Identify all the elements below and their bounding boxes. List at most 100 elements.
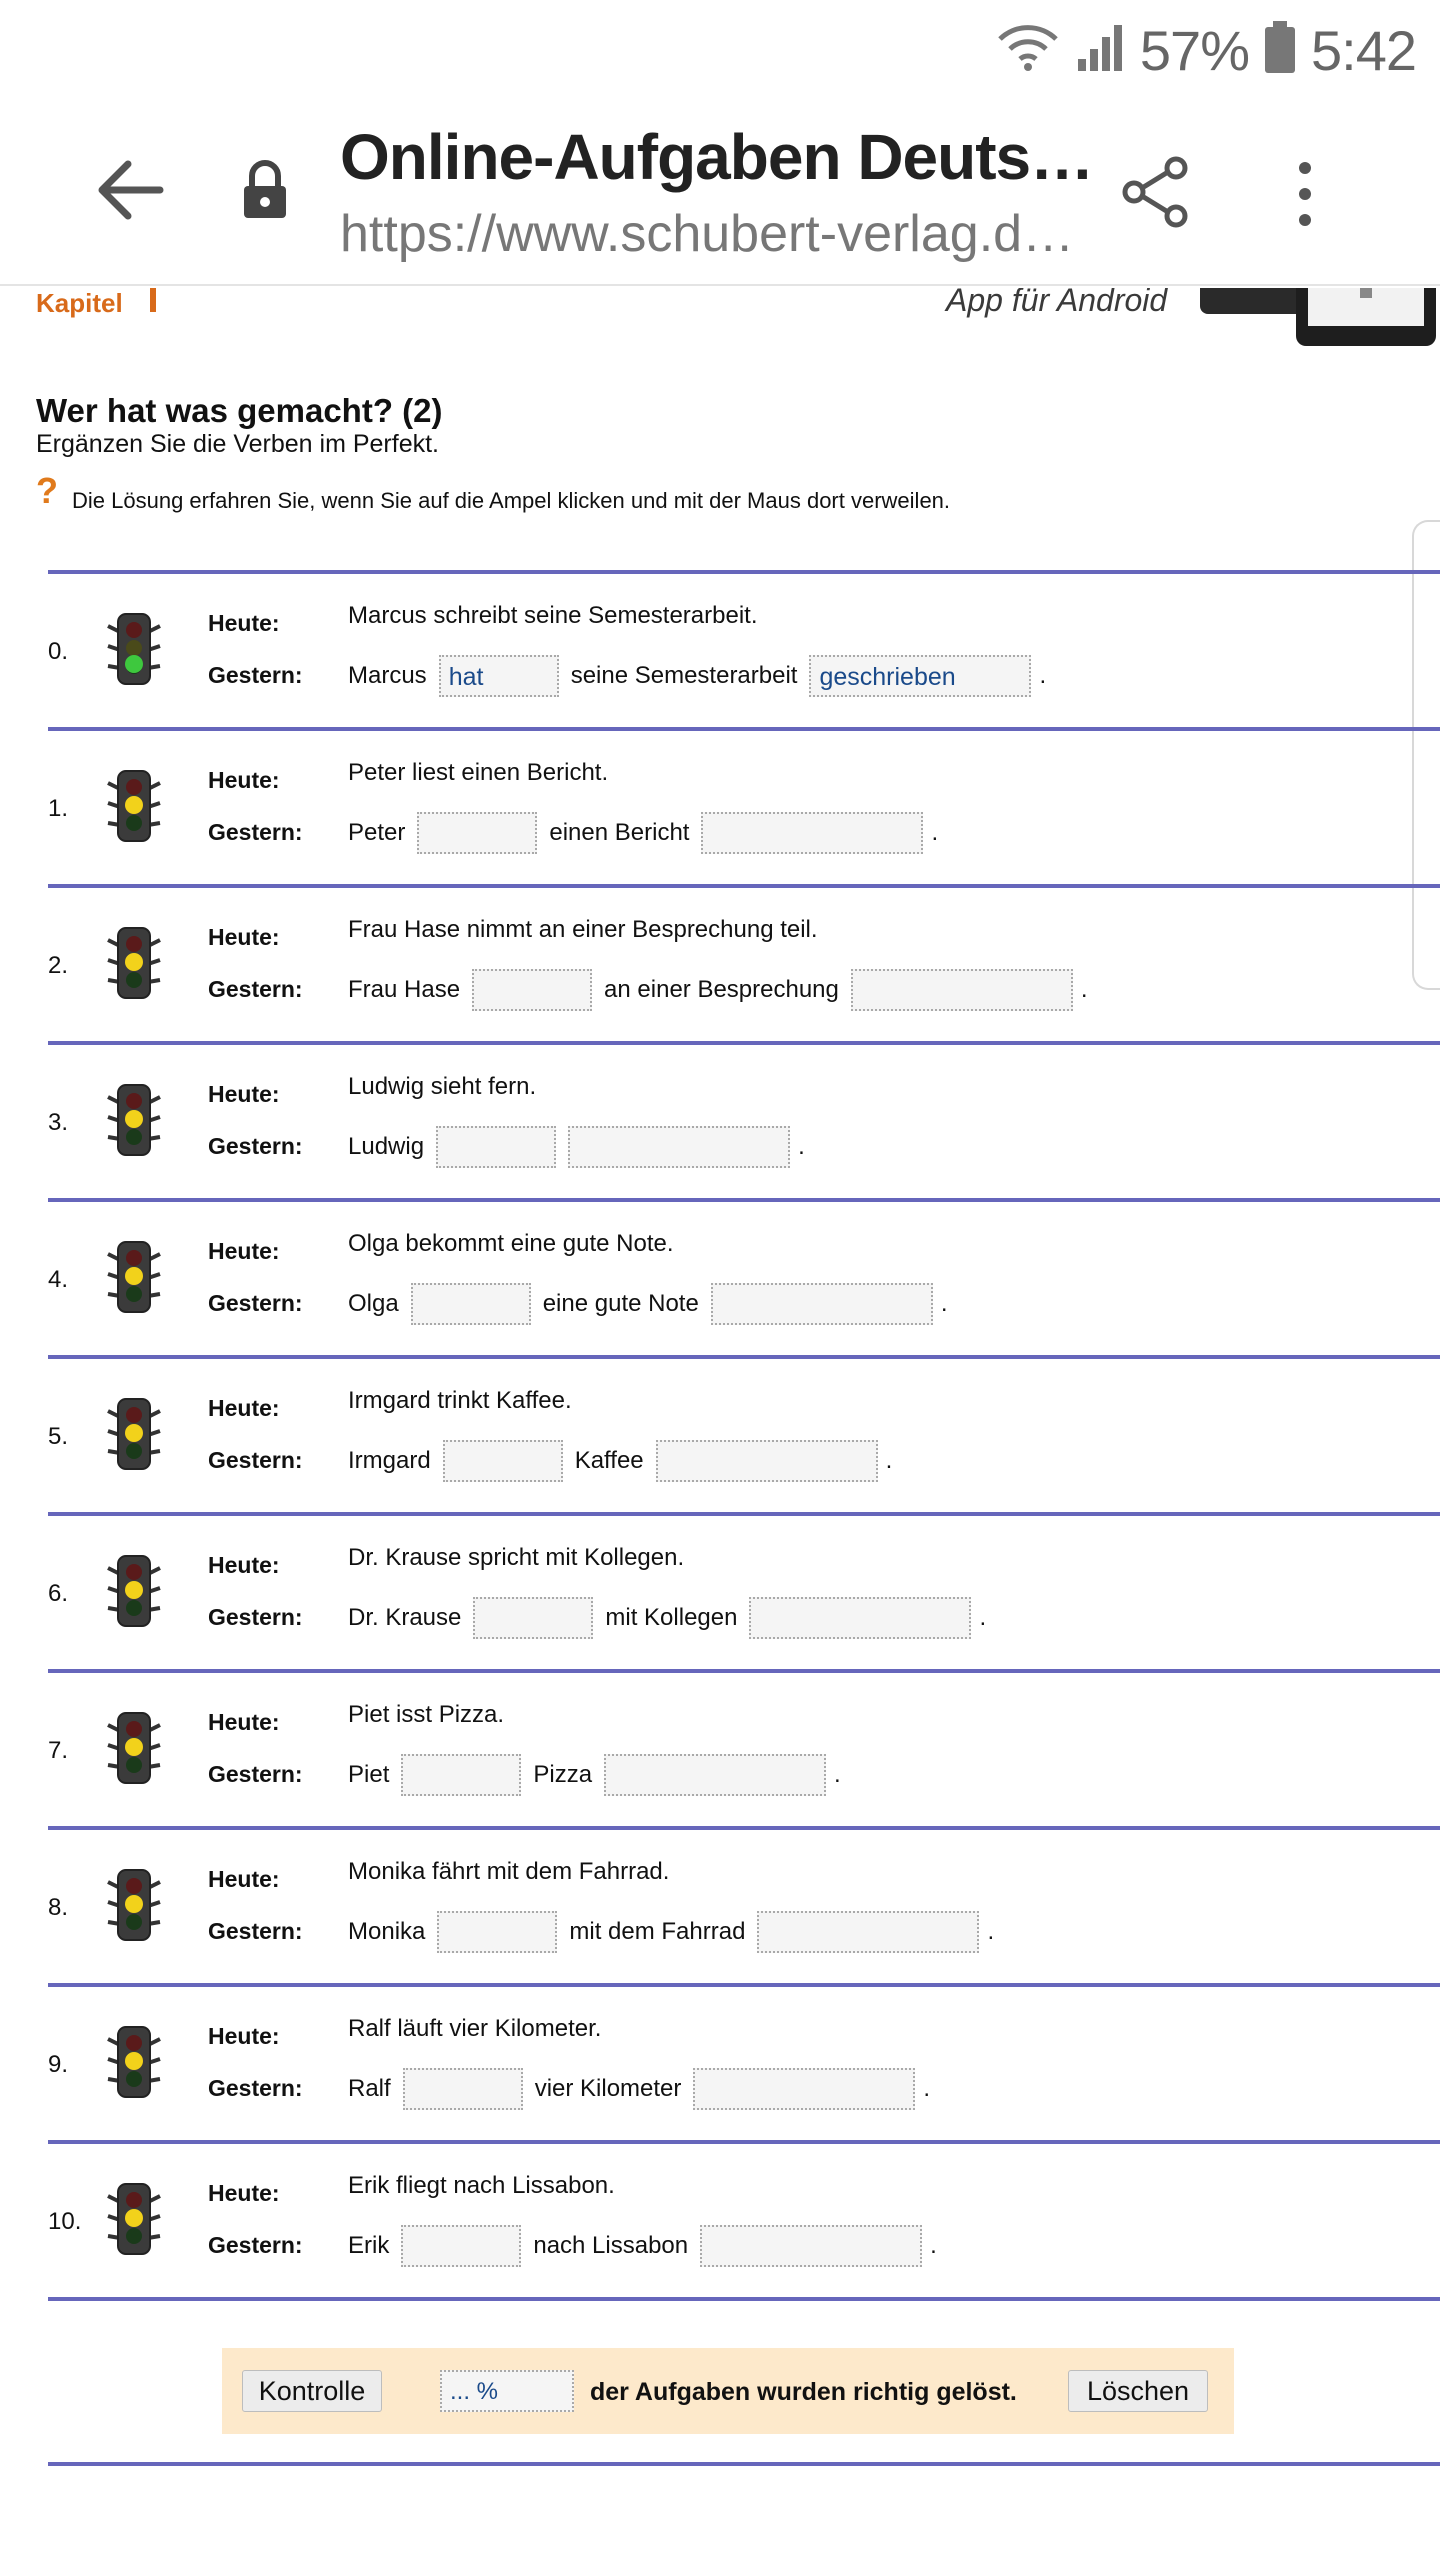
label-heute: Heute: bbox=[208, 1866, 280, 1892]
present-sentence: Peter liest einen Bericht. bbox=[348, 759, 609, 786]
auxiliary-input[interactable] bbox=[401, 1754, 522, 1796]
auxiliary-input[interactable] bbox=[442, 1440, 563, 1482]
auxiliary-input[interactable] bbox=[417, 812, 538, 854]
exercise-number: 5. bbox=[48, 1423, 69, 1450]
sentence-middle: seine Semesterarbeit bbox=[570, 662, 798, 689]
participle-input[interactable] bbox=[568, 1126, 791, 1168]
app-banner[interactable]: App für Android bbox=[870, 288, 1436, 350]
browser-toolbar: Online-Aufgaben Deutsch… https://www.sch… bbox=[0, 100, 1440, 286]
result-panel: Kontrolle ... % der Aufgaben wurden rich… bbox=[222, 2348, 1234, 2434]
traffic-light-icon[interactable] bbox=[94, 1236, 174, 1316]
label-gestern: Gestern: bbox=[208, 1133, 303, 1159]
auxiliary-input[interactable] bbox=[437, 1911, 558, 1953]
sentence-subject: Ralf bbox=[348, 2075, 391, 2102]
sentence-middle: an einer Besprechung bbox=[604, 976, 839, 1003]
exercise-number: 10. bbox=[48, 2208, 82, 2235]
traffic-light-icon[interactable] bbox=[94, 2178, 174, 2258]
label-gestern: Gestern: bbox=[208, 819, 303, 845]
traffic-light-icon[interactable] bbox=[94, 1550, 174, 1630]
label-heute: Heute: bbox=[208, 924, 280, 950]
participle-input[interactable] bbox=[700, 2225, 923, 2267]
label-heute: Heute: bbox=[208, 610, 280, 636]
back-arrow-icon[interactable] bbox=[90, 150, 170, 230]
result-text: der Aufgaben wurden richtig gelöst. bbox=[590, 2378, 1017, 2406]
wifi-icon bbox=[996, 23, 1060, 78]
loeschen-button[interactable]: Löschen bbox=[1068, 2370, 1208, 2412]
sentence-subject: Irmgard bbox=[348, 1447, 431, 1474]
participle-input[interactable]: geschrieben bbox=[809, 655, 1032, 697]
participle-input[interactable] bbox=[749, 1597, 972, 1639]
web-page: Kapitel App für Android Wer hat was gema… bbox=[0, 288, 1440, 2560]
url-bar[interactable]: https://www.schubert-verlag.de/auf… bbox=[340, 204, 1100, 264]
perfect-sentence: Frau Hase an einer Besprechung. bbox=[348, 968, 1088, 1012]
exercise-row: 3. Heute: Gestern: Ludwig sieht fern. Ludwig… bbox=[48, 1041, 1440, 1198]
auxiliary-input[interactable] bbox=[472, 969, 593, 1011]
participle-input[interactable] bbox=[604, 1754, 827, 1796]
exercise-row: 2. Heute: Gestern: Frau Hase nimmt an einer… bbox=[48, 884, 1440, 1041]
sentence-middle: mit Kollegen bbox=[605, 1604, 738, 1631]
exercise-row: 1. Heute: Gestern: Peter liest einen Berich… bbox=[48, 727, 1440, 884]
traffic-light-icon[interactable] bbox=[94, 1864, 174, 1944]
kontrolle-button[interactable]: Kontrolle bbox=[242, 2370, 382, 2412]
exercise-row: 6. Heute: Gestern: Dr. Krause spricht mit K… bbox=[48, 1512, 1440, 1669]
divider bbox=[48, 2462, 1440, 2466]
perfect-sentence: Irmgard Kaffee. bbox=[348, 1439, 892, 1483]
participle-input[interactable] bbox=[757, 1911, 980, 1953]
share-icon[interactable] bbox=[1118, 154, 1194, 230]
traffic-light-icon[interactable] bbox=[94, 922, 174, 1002]
status-icons: 57% 5:42 bbox=[996, 14, 1417, 86]
participle-input[interactable] bbox=[710, 1283, 933, 1325]
kapitel-link[interactable]: Kapitel bbox=[36, 288, 123, 319]
participle-input[interactable] bbox=[655, 1440, 878, 1482]
present-sentence: Piet isst Pizza. bbox=[348, 1701, 505, 1728]
label-heute: Heute: bbox=[208, 1081, 280, 1107]
sentence-middle: nach Lissabon bbox=[533, 2232, 689, 2259]
traffic-light-icon[interactable] bbox=[94, 1079, 174, 1159]
sentence-period: . bbox=[923, 2075, 931, 2102]
auxiliary-input[interactable] bbox=[401, 2225, 522, 2267]
clock: 5:42 bbox=[1311, 18, 1417, 82]
perfect-sentence: Peter einen Bericht. bbox=[348, 811, 938, 855]
perfect-sentence: Dr. Krause mit Kollegen. bbox=[348, 1596, 986, 1640]
participle-input[interactable] bbox=[850, 969, 1073, 1011]
kapitel-marker bbox=[150, 288, 156, 312]
auxiliary-input[interactable] bbox=[410, 1283, 531, 1325]
sentence-subject: Ludwig bbox=[348, 1133, 425, 1160]
exercise-row: 8. Heute: Gestern: Monika fährt mit dem Fah… bbox=[48, 1826, 1440, 1983]
traffic-light-icon[interactable] bbox=[94, 608, 174, 688]
exercise-row: 0. Heute: Gestern: Marcus schreibt seine Se… bbox=[48, 570, 1440, 727]
phone-image bbox=[1200, 288, 1436, 346]
exercise-row: 10. Heute: Gestern: Erik fliegt nach Lissab… bbox=[48, 2140, 1440, 2297]
exercise-number: 3. bbox=[48, 1109, 69, 1136]
traffic-light-icon[interactable] bbox=[94, 1707, 174, 1787]
sentence-subject: Frau Hase bbox=[348, 976, 461, 1003]
exercise-number: 2. bbox=[48, 952, 69, 979]
sentence-period: . bbox=[798, 1133, 805, 1160]
exercise-title: Wer hat was gemacht? (2) bbox=[36, 392, 443, 429]
sentence-subject: Erik bbox=[348, 2232, 390, 2259]
label-gestern: Gestern: bbox=[208, 1604, 303, 1630]
sentence-period: . bbox=[1039, 662, 1047, 689]
label-gestern: Gestern: bbox=[208, 1761, 303, 1787]
auxiliary-input[interactable] bbox=[402, 2068, 523, 2110]
sentence-middle: mit dem Fahrrad bbox=[569, 1918, 746, 1945]
lock-icon[interactable] bbox=[240, 158, 300, 228]
traffic-light-icon[interactable] bbox=[94, 2021, 174, 2101]
label-heute: Heute: bbox=[208, 1238, 280, 1264]
traffic-light-icon[interactable] bbox=[94, 1393, 174, 1473]
traffic-light-icon[interactable] bbox=[94, 765, 174, 845]
sentence-middle: einen Bericht bbox=[549, 819, 690, 846]
perfect-sentence: Marcus hat seine Semesterarbeit geschrieben… bbox=[348, 654, 1046, 698]
auxiliary-input[interactable]: hat bbox=[438, 655, 559, 697]
participle-input[interactable] bbox=[693, 2068, 916, 2110]
auxiliary-input[interactable] bbox=[436, 1126, 557, 1168]
more-menu-icon[interactable] bbox=[1280, 154, 1330, 234]
exercise-number: 9. bbox=[48, 2051, 69, 2078]
label-gestern: Gestern: bbox=[208, 2075, 303, 2101]
app-banner-text: App für Android bbox=[946, 288, 1168, 318]
exercise-row: 9. Heute: Gestern: Ralf läuft vier Kilomete… bbox=[48, 1983, 1440, 2140]
exercise-number: 7. bbox=[48, 1737, 69, 1764]
auxiliary-input[interactable] bbox=[473, 1597, 594, 1639]
participle-input[interactable] bbox=[701, 812, 924, 854]
page-title-tab[interactable]: Online-Aufgaben Deutsch… bbox=[340, 120, 1100, 194]
